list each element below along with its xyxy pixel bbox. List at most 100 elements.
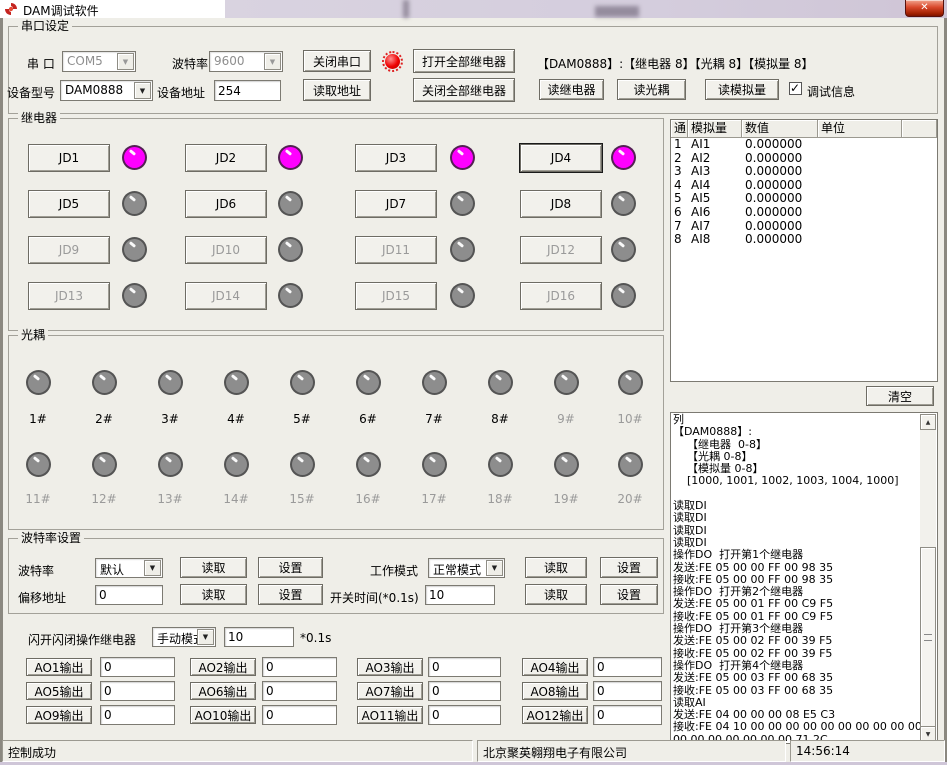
ao9-output-button[interactable]: AO9输出 <box>26 706 92 724</box>
scroll-up-icon[interactable]: ▲ <box>920 414 936 430</box>
relay-led-jd1 <box>122 145 147 170</box>
ao1-value-input[interactable] <box>100 657 175 677</box>
opto-led-8 <box>488 370 513 395</box>
relay-led-jd15 <box>450 283 475 308</box>
opto-led-3 <box>158 370 183 395</box>
close-all-relays-button[interactable]: 关闭全部继电器 <box>413 78 515 102</box>
flash-mode-select[interactable]: 手动模式 ▼ <box>152 627 216 647</box>
ao11-value-input[interactable] <box>428 705 501 725</box>
debug-info-label: 调试信息 <box>807 83 855 100</box>
ao11-output-button[interactable]: AO11输出 <box>357 706 423 724</box>
work-mode-read-button[interactable]: 读取 <box>525 557 587 578</box>
ao4-value-input[interactable] <box>593 657 662 677</box>
ao6-output-button[interactable]: AO6输出 <box>190 682 256 700</box>
ao7-output-button[interactable]: AO7输出 <box>357 682 423 700</box>
work-mode-select[interactable]: 正常模式 ▼ <box>428 558 505 578</box>
debug-info-checkbox[interactable] <box>789 82 802 95</box>
offset-read-button[interactable]: 读取 <box>180 584 247 605</box>
ao3-value-input[interactable] <box>428 657 501 677</box>
opto-label-15: 15# <box>282 492 322 506</box>
opto-led-6 <box>356 370 381 395</box>
offset-addr-input[interactable] <box>95 585 163 605</box>
table-row[interactable]: 6AI60.000000 <box>671 206 937 220</box>
read-analog-button[interactable]: 读模拟量 <box>705 79 779 100</box>
relay-button-jd3[interactable]: JD3 <box>355 144 437 172</box>
open-all-relays-button[interactable]: 打开全部继电器 <box>413 49 515 73</box>
relay-led-jd5 <box>122 191 147 216</box>
opto-led-2 <box>92 370 117 395</box>
table-row[interactable]: 8AI80.000000 <box>671 233 937 247</box>
log-scrollbar[interactable]: ▲ ▼ <box>920 414 936 742</box>
baud-setting-select[interactable]: 默认 ▼ <box>95 558 163 578</box>
ao5-output-button[interactable]: AO5输出 <box>26 682 92 700</box>
device-model-select[interactable]: DAM0888 ▼ <box>60 80 153 101</box>
relay-button-jd4[interactable]: JD4 <box>520 144 602 172</box>
switch-time-input[interactable] <box>425 585 495 605</box>
baud-select[interactable]: 9600 ▼ <box>209 51 283 72</box>
table-row[interactable]: 4AI40.000000 <box>671 179 937 193</box>
scrollbar-thumb[interactable] <box>920 547 936 729</box>
relay-button-jd1[interactable]: JD1 <box>28 144 110 172</box>
ao8-output-button[interactable]: AO8输出 <box>522 682 588 700</box>
table-row[interactable]: 5AI50.000000 <box>671 192 937 206</box>
ao12-output-button[interactable]: AO12输出 <box>522 706 588 724</box>
read-addr-button[interactable]: 读取地址 <box>303 79 371 101</box>
switch-time-read-button[interactable]: 读取 <box>525 584 587 605</box>
ao2-value-input[interactable] <box>262 657 337 677</box>
opto-led-9 <box>554 370 579 395</box>
ao7-value-input[interactable] <box>428 681 501 701</box>
ao10-output-button[interactable]: AO10输出 <box>190 706 256 724</box>
table-row[interactable]: 1AI10.000000 <box>671 138 937 152</box>
relay-button-jd5[interactable]: JD5 <box>28 190 110 218</box>
close-button[interactable]: ✕ <box>905 0 944 17</box>
relay-button-jd14: JD14 <box>185 282 267 310</box>
opto-label-14: 14# <box>216 492 256 506</box>
status-company: 北京聚英翱翔电子有限公司 <box>477 740 786 762</box>
table-row[interactable]: 7AI70.000000 <box>671 220 937 234</box>
relay-button-jd6[interactable]: JD6 <box>185 190 267 218</box>
relay-led-jd2 <box>278 145 303 170</box>
baud-read-button[interactable]: 读取 <box>180 557 247 578</box>
port-select[interactable]: COM5 ▼ <box>62 51 136 72</box>
relay-button-jd2[interactable]: JD2 <box>185 144 267 172</box>
app-logo-icon <box>4 2 18 16</box>
read-opto-button[interactable]: 读光耦 <box>617 79 686 100</box>
relay-button-jd7[interactable]: JD7 <box>355 190 437 218</box>
window-title: DAM调试软件 <box>23 2 99 19</box>
ao8-value-input[interactable] <box>593 681 662 701</box>
opto-led-11 <box>26 452 51 477</box>
read-relay-button[interactable]: 读继电器 <box>539 79 604 100</box>
device-info-text: 【DAM0888】:【继电器 8】【光耦 8】【模拟量 8】 <box>537 55 814 72</box>
ao5-value-input[interactable] <box>100 681 175 701</box>
work-mode-set-button[interactable]: 设置 <box>600 557 658 578</box>
ao4-output-button[interactable]: AO4输出 <box>522 658 588 676</box>
log-output[interactable]: 列 【DAM0888】: 【继电器 0-8】 【光耦 0-8】 【模拟量 0-8… <box>670 412 938 744</box>
opto-led-18 <box>488 452 513 477</box>
relay-button-jd8[interactable]: JD8 <box>520 190 602 218</box>
baud-set-button[interactable]: 设置 <box>258 557 323 578</box>
switch-time-set-button[interactable]: 设置 <box>600 584 658 605</box>
ao3-output-button[interactable]: AO3输出 <box>357 658 423 676</box>
opto-label-11: 11# <box>18 492 58 506</box>
ao1-output-button[interactable]: AO1输出 <box>26 658 92 676</box>
opto-label-3: 3# <box>150 412 190 426</box>
offset-set-button[interactable]: 设置 <box>258 584 323 605</box>
offset-addr-label: 偏移地址 <box>18 589 66 606</box>
ao6-value-input[interactable] <box>262 681 337 701</box>
clear-log-button[interactable]: 清空 <box>866 386 934 406</box>
table-row[interactable]: 2AI20.000000 <box>671 152 937 166</box>
device-addr-label: 设备地址 <box>157 84 205 101</box>
close-port-button[interactable]: 关闭串口 <box>303 50 371 72</box>
flash-time-input[interactable] <box>224 627 294 647</box>
device-addr-input[interactable] <box>214 80 281 101</box>
relay-led-jd8 <box>611 191 636 216</box>
table-row[interactable]: 3AI30.000000 <box>671 165 937 179</box>
relay-led-jd13 <box>122 283 147 308</box>
ao2-output-button[interactable]: AO2输出 <box>190 658 256 676</box>
ao9-value-input[interactable] <box>100 705 175 725</box>
ao10-value-input[interactable] <box>262 705 337 725</box>
relay-legend: 继电器 <box>18 112 60 124</box>
relay-led-jd16 <box>611 283 636 308</box>
ao12-value-input[interactable] <box>593 705 662 725</box>
titlebar: DAM调试软件 ✕ <box>0 0 947 18</box>
